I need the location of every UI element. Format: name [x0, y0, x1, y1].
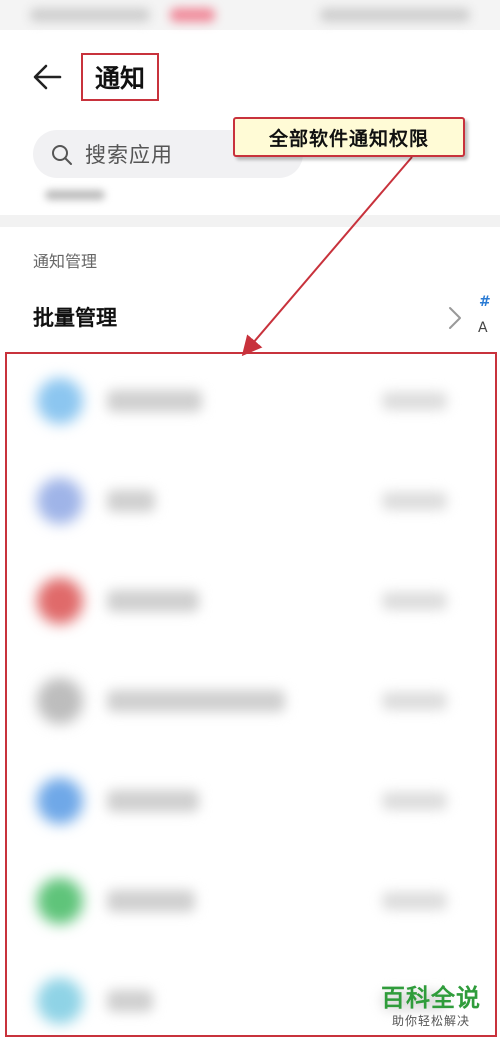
- app-status-blurred: [382, 892, 447, 910]
- watermark-title: 百科全说: [381, 984, 481, 1012]
- app-list-item[interactable]: [7, 552, 493, 652]
- status-bar-blurred-red: [170, 8, 215, 22]
- annotation-callout-text: 全部软件通知权限: [268, 127, 429, 150]
- blurred-fragment: [45, 190, 105, 200]
- app-list-item[interactable]: [7, 352, 493, 452]
- app-name-blurred: [107, 690, 285, 712]
- section-divider: [0, 215, 500, 227]
- search-placeholder: 搜索应用: [85, 143, 173, 167]
- watermark-subtitle: 助你轻松解决: [391, 1014, 470, 1028]
- app-list-item[interactable]: [7, 452, 493, 552]
- watermark: 百科全说 助你轻松解决: [372, 978, 490, 1034]
- app-icon: [37, 878, 83, 924]
- back-arrow-icon[interactable]: [30, 60, 64, 94]
- app-icon: [37, 978, 83, 1024]
- app-list-item[interactable]: [7, 752, 493, 852]
- app-status-blurred: [382, 392, 447, 410]
- app-status-blurred: [382, 792, 447, 810]
- app-name-blurred: [107, 490, 155, 512]
- index-bar-hash[interactable]: #: [479, 294, 491, 310]
- index-bar-a[interactable]: A: [478, 320, 488, 336]
- app-status-blurred: [382, 592, 447, 610]
- app-status-blurred: [382, 492, 447, 510]
- app-icon: [37, 778, 83, 824]
- page-title-text: 通知: [94, 64, 145, 93]
- app-list-item[interactable]: [7, 652, 493, 752]
- app-name-blurred: [107, 790, 199, 812]
- app-name-blurred: [107, 390, 202, 412]
- section-label: 通知管理: [33, 252, 98, 271]
- status-bar-blurred-left: [30, 8, 150, 22]
- app-name-blurred: [107, 990, 153, 1012]
- app-status-blurred: [382, 692, 447, 710]
- app-icon: [37, 478, 83, 524]
- page-title: 通知: [81, 53, 159, 101]
- app-icon: [37, 578, 83, 624]
- app-icon: [37, 378, 83, 424]
- app-name-blurred: [107, 890, 195, 912]
- app-icon: [37, 678, 83, 724]
- annotation-callout: 全部软件通知权限: [233, 117, 465, 157]
- chevron-right-icon: [449, 307, 461, 329]
- app-list-item[interactable]: [7, 852, 493, 952]
- status-bar-blurred-right: [320, 8, 470, 22]
- batch-manage-item[interactable]: 批量管理: [33, 302, 117, 332]
- status-bar: [0, 0, 500, 30]
- app-name-blurred: [107, 590, 199, 612]
- search-icon: [52, 145, 72, 165]
